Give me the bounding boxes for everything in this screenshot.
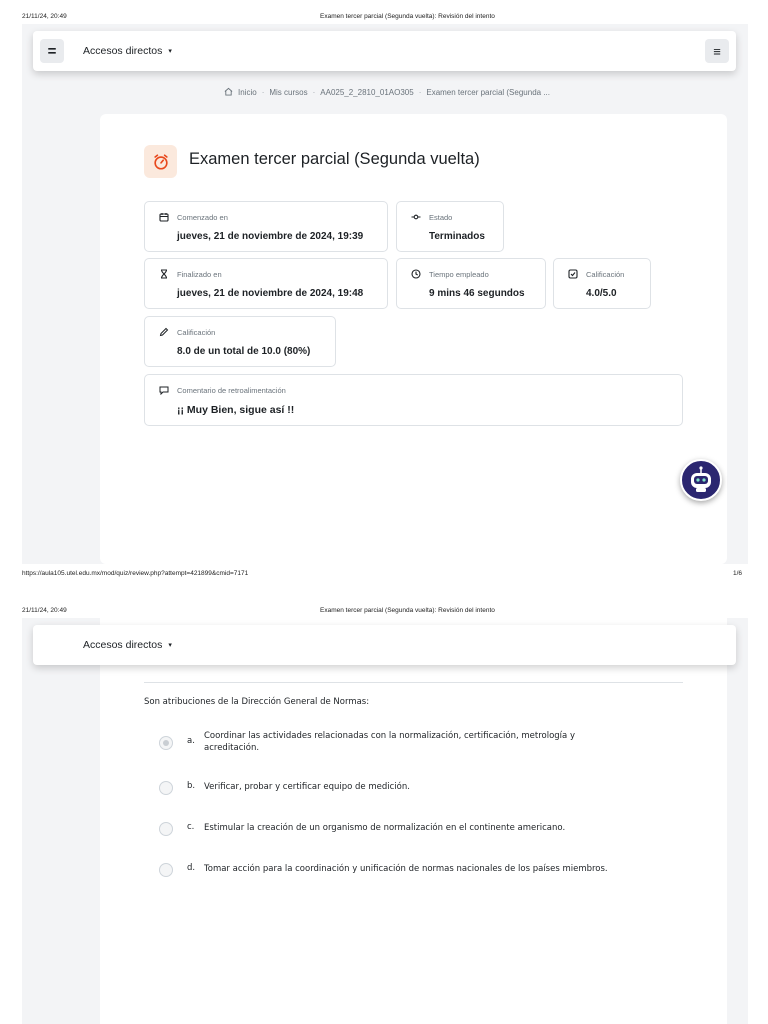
clock-icon — [410, 268, 421, 279]
robot-icon — [691, 466, 711, 492]
marks-box: Calificación 4.0/5.0 — [553, 258, 651, 309]
answer-option-d[interactable]: d. Tomar acción para la coordinación y u… — [159, 863, 608, 877]
state-box: Estado Terminados — [396, 201, 504, 252]
radio-option-d[interactable] — [159, 863, 173, 877]
shortcuts-dropdown[interactable]: Accesos directos ▾ — [83, 639, 172, 651]
shortcuts-dropdown[interactable]: Accesos directos ▾ — [83, 45, 172, 57]
feedback-value: ¡¡ Muy Bien, sigue así !! — [177, 404, 295, 416]
check-square-icon — [567, 268, 578, 279]
calendar-icon — [158, 211, 169, 222]
marks-label: Calificación — [586, 270, 625, 279]
time-taken-label: Tiempo empleado — [429, 270, 489, 279]
divider — [144, 682, 683, 683]
started-box: Comenzado en jueves, 21 de noviembre de … — [144, 201, 388, 252]
shortcuts-label: Accesos directos — [83, 45, 163, 57]
feedback-box: Comentario de retroalimentación ¡¡ Muy B… — [144, 374, 683, 426]
print-datetime: 21/11/24, 20:49 — [22, 607, 67, 614]
stopwatch-icon — [144, 145, 177, 178]
started-value: jueves, 21 de noviembre de 2024, 19:39 — [177, 231, 364, 242]
chevron-down-icon: ▾ — [168, 642, 172, 649]
breadcrumb-separator: · — [312, 88, 316, 97]
radio-option-a[interactable] — [159, 736, 173, 750]
breadcrumb-home[interactable]: Inicio — [238, 88, 257, 97]
option-letter: c. — [187, 822, 195, 832]
option-letter: a. — [187, 736, 195, 746]
top-navbar: Accesos directos ▾ — [33, 625, 736, 665]
shortcuts-label: Accesos directos — [83, 639, 163, 651]
time-taken-value: 9 mins 46 segundos — [429, 288, 525, 299]
print-page-number: 1/6 — [733, 570, 743, 577]
breadcrumb-separator: · — [261, 88, 265, 97]
print-url: https://aula105.utel.edu.mx/mod/quiz/rev… — [22, 570, 249, 577]
option-letter: d. — [187, 863, 196, 873]
print-doc-title: Examen tercer parcial (Segunda vuelta): … — [320, 13, 495, 20]
finished-box: Finalizado en jueves, 21 de noviembre de… — [144, 258, 388, 309]
answer-option-a[interactable]: a. Coordinar las actividades relacionada… — [159, 730, 575, 754]
drawer-icon: = — [47, 42, 57, 60]
state-label: Estado — [429, 213, 453, 222]
page-title: Examen tercer parcial (Segunda vuelta) — [189, 150, 480, 168]
grade-label: Calificación — [177, 328, 216, 337]
home-icon — [224, 87, 233, 98]
answer-option-b[interactable]: b. Verificar, probar y certificar equipo… — [159, 781, 410, 795]
marks-value: 4.0/5.0 — [586, 288, 617, 299]
started-label: Comenzado en — [177, 213, 228, 222]
breadcrumb-quiz[interactable]: Examen tercer parcial (Segunda ... — [426, 88, 550, 97]
option-text-line: acreditación. — [204, 743, 260, 753]
feedback-label: Comentario de retroalimentación — [177, 386, 286, 395]
time-taken-box: Tiempo empleado 9 mins 46 segundos — [396, 258, 546, 309]
finished-label: Finalizado en — [177, 270, 222, 279]
radio-option-c[interactable] — [159, 822, 173, 836]
breadcrumb-my-courses[interactable]: Mis cursos — [269, 88, 307, 97]
comment-icon — [158, 384, 169, 395]
breadcrumb-separator: · — [418, 88, 422, 97]
chevron-down-icon: ▾ — [168, 48, 172, 55]
option-text: Estimular la creación de un organismo de… — [204, 823, 566, 833]
hamburger-icon: ≡ — [713, 43, 721, 59]
finished-value: jueves, 21 de noviembre de 2024, 19:48 — [177, 288, 364, 299]
option-letter: b. — [187, 781, 196, 791]
state-value: Terminados — [429, 231, 485, 242]
grade-value: 8.0 de un total de 10.0 (80%) — [177, 346, 311, 357]
pencil-icon — [158, 326, 169, 337]
drawer-toggle-button[interactable]: = — [40, 39, 64, 63]
main-card — [100, 618, 727, 1024]
menu-button[interactable]: ≡ — [705, 39, 729, 63]
grade-box: Calificación 8.0 de un total de 10.0 (80… — [144, 316, 336, 367]
breadcrumb-course[interactable]: AA025_2_2810_01AO305 — [320, 88, 413, 97]
chatbot-button[interactable] — [680, 459, 722, 501]
radio-option-b[interactable] — [159, 781, 173, 795]
question-text: Son atribuciones de la Dirección General… — [144, 697, 370, 707]
option-text: Tomar acción para la coordinación y unif… — [204, 864, 608, 874]
hourglass-icon — [158, 268, 169, 279]
print-datetime: 21/11/24, 20:49 — [22, 13, 67, 20]
option-text: Verificar, probar y certificar equipo de… — [204, 782, 410, 792]
option-text: Coordinar las actividades relacionadas c… — [204, 730, 575, 754]
top-navbar: = Accesos directos ▾ ≡ — [33, 31, 736, 71]
option-text-line: Coordinar las actividades relacionadas c… — [204, 731, 575, 741]
print-doc-title: Examen tercer parcial (Segunda vuelta): … — [320, 607, 495, 614]
answer-option-c[interactable]: c. Estimular la creación de un organismo… — [159, 822, 565, 836]
state-icon — [410, 211, 421, 222]
breadcrumb: Inicio · Mis cursos · AA025_2_2810_01AO3… — [224, 87, 550, 98]
